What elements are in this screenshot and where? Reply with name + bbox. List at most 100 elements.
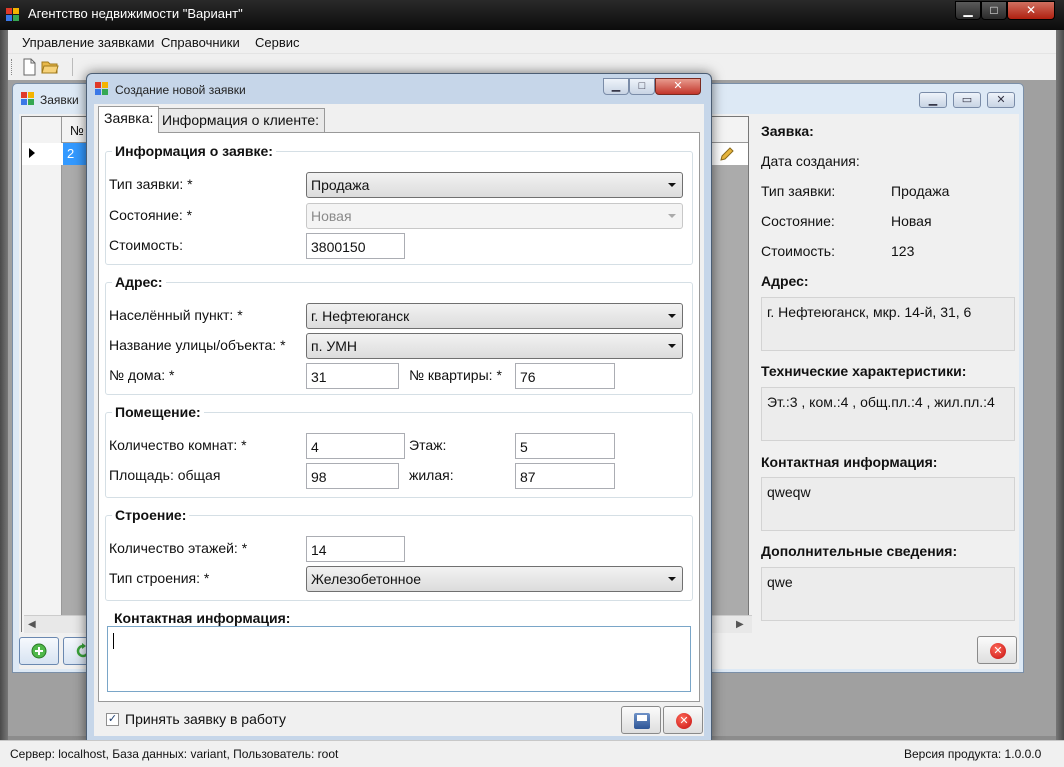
dialog-maximize-button[interactable]: □ — [629, 78, 655, 95]
dialog-minimize-button[interactable]: ▁ — [603, 78, 629, 95]
details-extra-heading: Дополнительные сведения: — [761, 543, 958, 559]
status-connection-text: Сервер: localhost, База данных: variant,… — [10, 747, 339, 761]
open-folder-icon[interactable] — [41, 58, 59, 76]
save-floppy-icon — [634, 713, 650, 729]
details-heading-request: Заявка: — [761, 123, 814, 139]
app-icon — [6, 8, 19, 21]
details-contact-heading: Контактная информация: — [761, 454, 938, 470]
requests-window-icon — [21, 92, 34, 105]
details-state-label: Состояние: — [761, 213, 835, 229]
add-icon — [31, 643, 47, 659]
area-total-label: Площадь: общая — [109, 467, 221, 483]
area-total-input[interactable]: 98 — [306, 463, 399, 489]
save-button[interactable] — [621, 706, 661, 734]
request-type-label: Тип заявки: * — [109, 176, 193, 192]
chevron-down-icon — [668, 314, 676, 318]
details-state-value: Новая — [891, 213, 932, 229]
text-caret — [113, 633, 114, 649]
apartment-input[interactable]: 76 — [515, 363, 615, 389]
current-row-arrow-icon — [29, 148, 35, 158]
group-premises-title: Помещение: — [112, 404, 204, 420]
scroll-left-arrow-icon[interactable]: ◀ — [28, 619, 36, 630]
group-building-title: Строение: — [112, 507, 190, 523]
house-label: № дома: * — [109, 367, 175, 383]
rooms-label: Количество комнат: * — [109, 437, 247, 453]
group-contact: Контактная информация: — [105, 610, 693, 698]
rooms-input[interactable]: 4 — [306, 433, 405, 459]
group-request-info: Информация о заявке: Тип заявки: * Прода… — [105, 143, 693, 265]
house-input[interactable]: 31 — [306, 363, 399, 389]
floors-count-input[interactable]: 14 — [306, 536, 405, 562]
street-label: Название улицы/объекта: * — [109, 337, 286, 353]
maximize-button[interactable]: □ — [981, 1, 1007, 20]
floors-count-label: Количество этажей: * — [109, 540, 248, 556]
tab-page-request: Информация о заявке: Тип заявки: * Прода… — [98, 132, 700, 702]
city-value: г. Нефтеюганск — [311, 308, 410, 324]
close-circle-icon: ✕ — [990, 643, 1006, 659]
tab-request[interactable]: Заявка: — [98, 106, 160, 133]
details-tech-box: Эт.:3 , ком.:4 , общ.пл.:4 , жил.пл.:4 — [761, 387, 1015, 441]
chevron-down-icon — [668, 214, 676, 218]
toolbar-separator — [72, 58, 73, 76]
window-frame-left — [0, 30, 8, 740]
dialog-body: Заявка: Информация о клиенте: Информация… — [94, 104, 704, 736]
area-living-input[interactable]: 87 — [515, 463, 615, 489]
child-minimize-button[interactable]: ▁ — [919, 92, 947, 108]
main-window-title: Агентство недвижимости "Вариант" — [28, 6, 243, 21]
child-close-button[interactable]: ✕ — [987, 92, 1015, 108]
dialog-title: Создание новой заявки — [115, 83, 246, 97]
accept-checkbox[interactable]: ✓ — [106, 713, 119, 726]
area-living-label: жилая: — [409, 467, 454, 483]
request-cost-label: Стоимость: — [109, 237, 183, 253]
contact-textarea[interactable] — [107, 626, 691, 692]
group-building: Строение: Количество этажей: * 14 Тип ст… — [105, 507, 693, 601]
details-type-label: Тип заявки: — [761, 183, 836, 199]
tab-client-info[interactable]: Информация о клиенте: — [156, 108, 326, 132]
street-value: п. УМН — [311, 338, 358, 354]
building-type-label: Тип строения: * — [109, 570, 210, 586]
request-details-panel: Заявка: Дата создания: Тип заявки: Прода… — [757, 114, 1019, 669]
dialog-close-button[interactable]: ✕ — [655, 78, 701, 95]
cancel-button[interactable]: ✕ — [663, 706, 703, 734]
new-document-icon[interactable] — [20, 58, 38, 76]
grid-row-headers — [22, 117, 62, 633]
add-request-button[interactable] — [19, 637, 59, 665]
details-tech-heading: Технические характеристики: — [761, 363, 967, 379]
dialog-app-icon — [95, 82, 108, 95]
details-cost-label: Стоимость: — [761, 243, 835, 259]
details-contact-box: qweqw — [761, 477, 1015, 531]
building-type-value: Железобетонное — [311, 571, 422, 587]
main-title-bar: Агентство недвижимости "Вариант" ▁ □ ✕ — [0, 0, 1064, 30]
chevron-down-icon — [668, 577, 676, 581]
close-button[interactable]: ✕ — [1007, 1, 1055, 20]
building-type-select[interactable]: Железобетонное — [306, 566, 683, 592]
cancel-circle-icon: ✕ — [676, 713, 692, 729]
city-select[interactable]: г. Нефтеюганск — [306, 303, 683, 329]
menu-item-requests[interactable]: Управление заявками — [22, 35, 154, 50]
request-state-value: Новая — [311, 208, 352, 224]
edit-pencil-icon[interactable] — [718, 147, 734, 163]
floor-input[interactable]: 5 — [515, 433, 615, 459]
grid-header-number[interactable]: № — [70, 123, 84, 138]
request-cost-input[interactable]: 3800150 — [306, 233, 405, 259]
toolbar-grip[interactable] — [11, 59, 14, 75]
details-address-box: г. Нефтеюганск, мкр. 14-й, 31, 6 — [761, 297, 1015, 351]
accept-checkbox-label[interactable]: Принять заявку в работу — [125, 711, 286, 727]
group-address: Адрес: Населённый пункт: * г. Нефтеюганс… — [105, 274, 693, 395]
group-contact-title: Контактная информация: — [111, 610, 294, 626]
details-close-button[interactable]: ✕ — [977, 636, 1017, 664]
scroll-right-arrow-icon[interactable]: ▶ — [736, 619, 744, 630]
street-select[interactable]: п. УМН — [306, 333, 683, 359]
status-bar: Сервер: localhost, База данных: variant,… — [0, 740, 1064, 767]
apartment-label: № квартиры: * — [409, 367, 502, 383]
request-type-select[interactable]: Продажа — [306, 172, 683, 198]
status-version-text: Версия продукта: 1.0.0.0 — [904, 747, 1042, 761]
details-cost-value: 123 — [891, 243, 915, 259]
group-address-title: Адрес: — [112, 274, 166, 290]
city-label: Населённый пункт: * — [109, 307, 243, 323]
details-type-value: Продажа — [891, 183, 950, 199]
menu-item-directories[interactable]: Справочники — [161, 35, 240, 50]
menu-item-service[interactable]: Сервис — [255, 35, 300, 50]
minimize-button[interactable]: ▁ — [955, 1, 981, 20]
child-maximize-button[interactable]: ▭ — [953, 92, 981, 108]
